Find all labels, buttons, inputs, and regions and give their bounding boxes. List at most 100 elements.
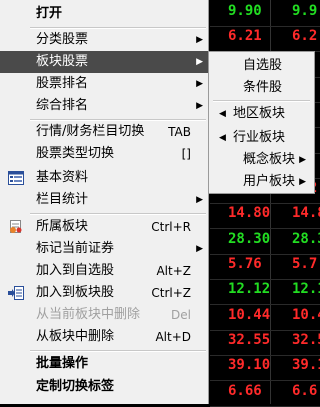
sector-doc-icon: [10, 220, 22, 233]
submenu-item-conditional[interactable]: 条件股: [209, 76, 314, 100]
menu-item-shortcut: Ctrl+Z: [151, 286, 191, 300]
price-row: 5.76 5.7: [210, 253, 320, 280]
price-cell: 32.55: [228, 331, 271, 348]
info-card-icon: [8, 171, 24, 185]
submenu-item-label: 自选股: [243, 58, 283, 73]
submenu-item-label: 用户板块: [243, 174, 296, 189]
price-cell: 6.2: [292, 28, 318, 45]
menu-item-label: 从当前板块中删除: [36, 307, 141, 322]
menu-item-label: 定制切换标签: [36, 379, 115, 394]
triangle-right-icon: ▶: [299, 177, 306, 187]
submenu-arrow-icon: ▶: [196, 195, 203, 205]
menu-item-overall-ranking[interactable]: 综合排名 ▶: [0, 95, 209, 117]
menu-separator: [30, 213, 206, 215]
menu-item-batch-operation[interactable]: 批量操作: [0, 353, 209, 375]
menu-item-shortcut: Alt+Z: [156, 264, 191, 278]
menu-item-label: 行情/财务栏目切换: [36, 124, 145, 139]
price-cell: 6.6: [292, 382, 318, 399]
submenu-item-watchlist[interactable]: 自选股: [209, 54, 314, 78]
price-cell: 14.8: [292, 205, 320, 222]
menu-item-basic-info[interactable]: 基本资料: [0, 167, 209, 189]
triangle-left-icon: ◀: [219, 109, 226, 119]
menu-item-label: 加入到自选股: [36, 263, 115, 278]
menu-item-label: 综合排名: [36, 98, 89, 113]
submenu-arrow-icon: ▶: [196, 244, 203, 254]
price-row: 9.90 9.9: [210, 0, 320, 27]
price-row: 6.21 6.2: [210, 25, 320, 53]
price-cell: 6.21: [228, 28, 262, 45]
price-cell: 6.66: [228, 382, 262, 399]
menu-item-label: 批量操作: [36, 356, 89, 371]
triangle-right-icon: ▶: [299, 155, 306, 165]
menu-item-label: 栏目统计: [36, 192, 89, 207]
price-cell: 9.9: [292, 3, 318, 19]
price-cell: 39.1: [292, 357, 320, 374]
menu-item-label: 板块股票: [36, 54, 89, 69]
menu-item-shortcut: TAB: [168, 125, 191, 139]
submenu-arrow-icon: ▶: [196, 35, 203, 45]
price-cell: 28.3: [292, 230, 320, 247]
menu-item-delete-from-current-sector: 从当前板块中删除 Del: [0, 304, 209, 326]
menu-item-shortcut: []: [181, 147, 191, 161]
price-row: 10.44 10.4: [210, 304, 320, 331]
price-cell: 14.80: [228, 205, 271, 222]
menu-item-label: 从板块中删除: [36, 329, 115, 344]
price-cell: 39.10: [228, 357, 271, 374]
menu-separator: [30, 350, 206, 352]
submenu-arrow-icon: ▶: [196, 101, 203, 111]
submenu-arrow-icon: ▶: [196, 79, 203, 89]
submenu-item-concept-sector[interactable]: 概念板块 ▶: [209, 148, 314, 172]
submenu-item-label: 地区板块: [233, 106, 286, 121]
menu-item-label: 股票类型切换: [36, 146, 115, 161]
price-cell: 5.7: [292, 256, 318, 272]
menu-item-label: 加入到板块股: [36, 285, 115, 300]
submenu-item-label: 行业板块: [233, 130, 286, 145]
submenu-item-region-sector[interactable]: ◀ 地区板块: [209, 102, 314, 126]
menu-item-switch-stock-type[interactable]: 股票类型切换 []: [0, 143, 209, 165]
menu-item-shortcut: Ctrl+R: [151, 220, 191, 234]
price-cell: 9.90: [228, 3, 262, 19]
menu-item-label: 股票排名: [36, 76, 89, 91]
menu-item-belonging-sector[interactable]: 所属板块 Ctrl+R: [0, 216, 209, 238]
menu-item-mark-security[interactable]: 标记当前证券 ▶: [0, 238, 209, 260]
menu-item-stock-ranking[interactable]: 股票排名 ▶: [0, 73, 209, 95]
price-row: 32.55 32.5: [210, 329, 320, 356]
price-cell: 5.76: [228, 256, 262, 272]
menu-item-delete-from-sector[interactable]: 从板块中删除 Alt+D: [0, 326, 209, 348]
price-row: 28.30 28.3: [210, 228, 320, 255]
submenu-arrow-icon: ▶: [196, 57, 203, 67]
price-cell: 32.5: [292, 331, 320, 348]
menu-item-column-stats[interactable]: 栏目统计 ▶: [0, 189, 209, 211]
menu-item-category-stocks[interactable]: 分类股票 ▶: [0, 29, 209, 51]
price-row: 12.12 12.1: [210, 278, 320, 306]
triangle-left-icon: ◀: [219, 133, 226, 143]
menu-item-open[interactable]: 打开: [0, 3, 209, 25]
menu-item-label: 分类股票: [36, 32, 89, 47]
price-row: 6.66 6.6: [210, 380, 320, 407]
sector-stocks-submenu: 自选股 条件股 ◀ 地区板块 ◀ 行业板块 概念板块 ▶ 用户板块 ▶: [208, 51, 315, 194]
price-cell: 28.30: [228, 230, 271, 247]
menu-item-label: 基本资料: [36, 170, 89, 185]
price-cell: 10.44: [228, 306, 271, 323]
menu-item-add-to-watchlist[interactable]: 加入到自选股 Alt+Z: [0, 260, 209, 282]
menu-item-shortcut: Del: [171, 308, 191, 322]
menu-item-sector-stocks[interactable]: 板块股票 ▶: [0, 51, 209, 73]
context-menu: 打开 分类股票 ▶ 板块股票 ▶ 股票排名 ▶ 综合排名 ▶ 行情/财务栏目切换…: [0, 0, 209, 404]
price-row: 14.80 14.8: [210, 202, 320, 230]
menu-item-shortcut: Alt+D: [155, 330, 191, 344]
price-cell: 12.12: [228, 281, 271, 298]
menu-item-add-to-sector[interactable]: 加入到板块股 Ctrl+Z: [0, 282, 209, 304]
add-to-sector-icon: [8, 286, 24, 300]
submenu-item-label: 条件股: [243, 80, 283, 95]
menu-item-label: 所属板块: [36, 219, 89, 234]
menu-item-label: 打开: [36, 6, 63, 21]
menu-item-label: 标记当前证券: [36, 241, 115, 256]
menu-item-custom-switch-tabs[interactable]: 定制切换标签: [0, 376, 209, 398]
submenu-item-industry-sector[interactable]: ◀ 行业板块: [209, 126, 314, 150]
price-row: 39.10 39.1: [210, 354, 320, 382]
price-cell: 12.1: [292, 281, 320, 298]
menu-item-switch-quote-finance[interactable]: 行情/财务栏目切换 TAB: [0, 121, 209, 143]
submenu-item-label: 概念板块: [243, 152, 296, 167]
price-cell: 10.4: [292, 306, 320, 323]
submenu-item-user-sector[interactable]: 用户板块 ▶: [209, 170, 314, 194]
